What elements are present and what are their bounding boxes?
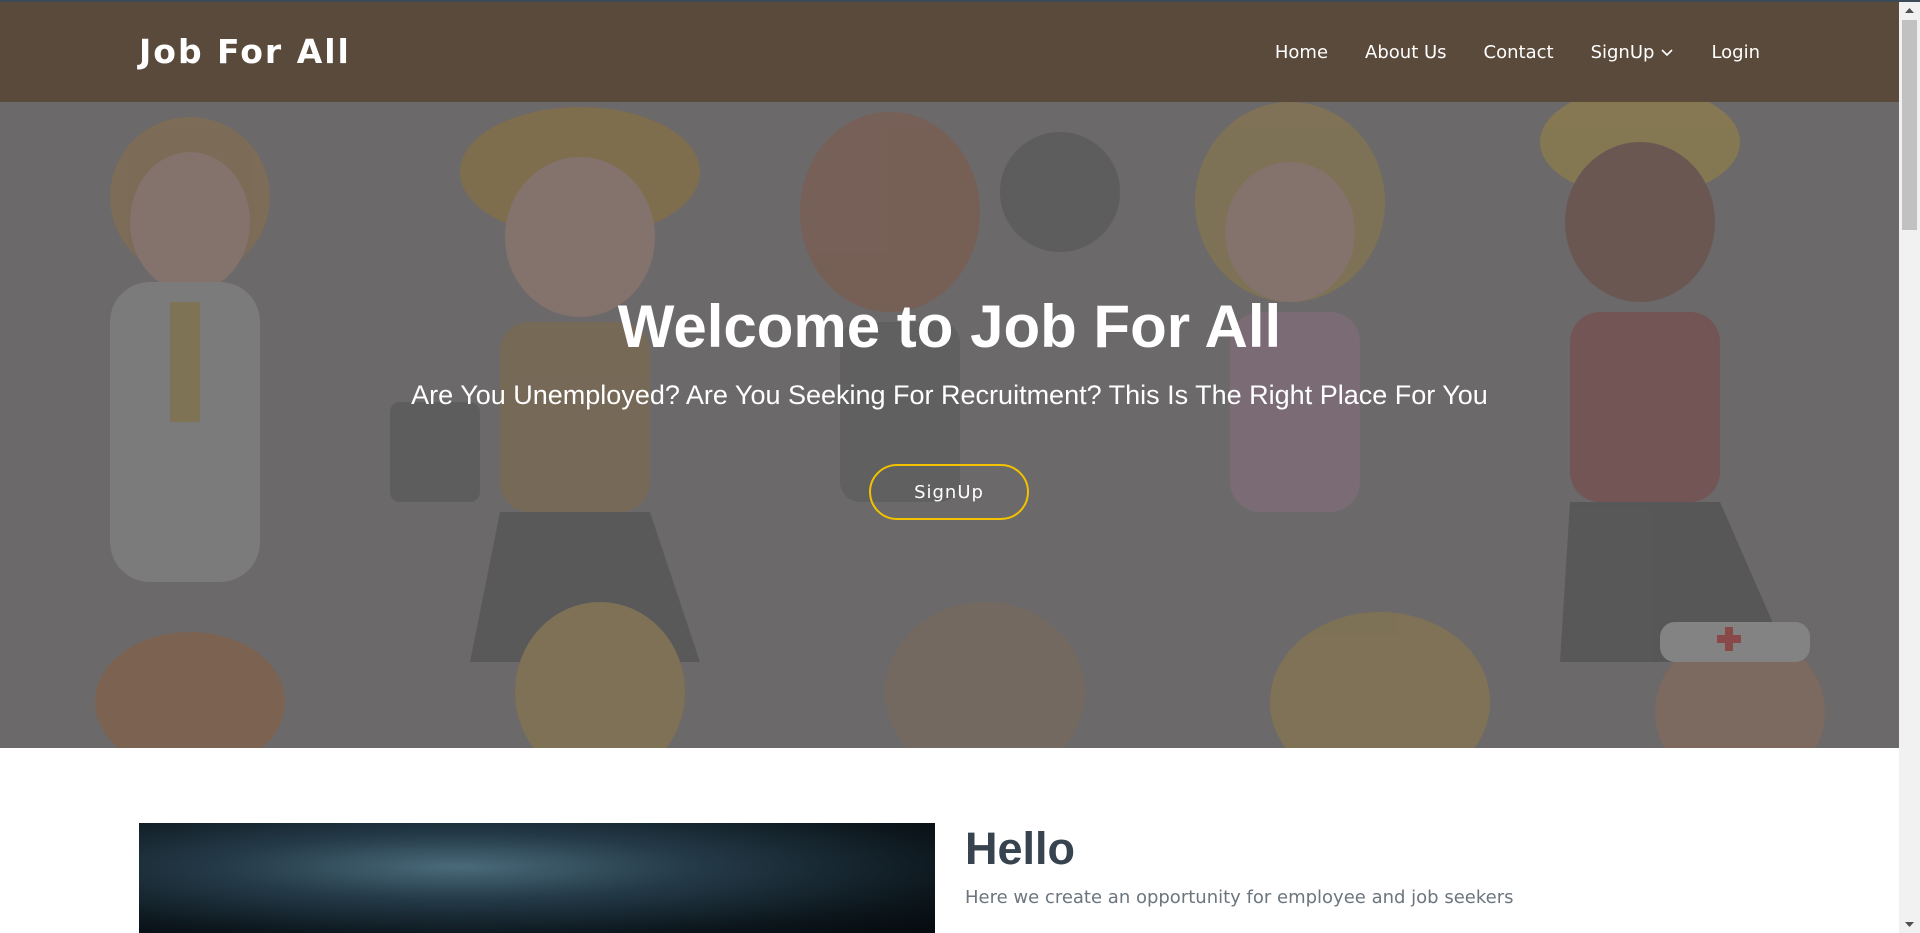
nav-signup-label: SignUp	[1590, 42, 1655, 63]
hero-background-illustration	[0, 102, 1899, 748]
nav-about-link[interactable]: About Us	[1365, 42, 1447, 63]
nav-home-link[interactable]: Home	[1275, 42, 1328, 63]
nav-menu: Home About Us Contact SignUp Login	[1275, 42, 1760, 63]
scroll-up-arrow-icon[interactable]	[1899, 2, 1920, 19]
hero-signup-button[interactable]: SignUp	[869, 464, 1029, 520]
nav-signup-dropdown[interactable]: SignUp	[1591, 42, 1675, 63]
about-text: Here we create an opportunity for employ…	[965, 887, 1514, 908]
scrollbar-thumb[interactable]	[1902, 20, 1917, 230]
about-title: Hello	[965, 823, 1076, 874]
brand-logo[interactable]: Job For All	[139, 32, 351, 71]
vertical-scrollbar[interactable]	[1899, 2, 1920, 933]
scroll-down-arrow-icon[interactable]	[1899, 916, 1920, 933]
nav-login-link[interactable]: Login	[1711, 42, 1760, 63]
page: Job For All Home About Us Contact SignUp…	[0, 0, 1899, 933]
hero-subtitle: Are You Unemployed? Are You Seeking For …	[411, 380, 1488, 410]
nav-contact-link[interactable]: Contact	[1484, 42, 1554, 63]
hero-section: Welcome to Job For All Are You Unemploye…	[0, 102, 1899, 748]
hero-title: Welcome to Job For All	[617, 293, 1282, 360]
about-image	[139, 823, 935, 933]
chevron-down-icon	[1661, 48, 1674, 56]
navbar: Job For All Home About Us Contact SignUp…	[0, 2, 1899, 102]
